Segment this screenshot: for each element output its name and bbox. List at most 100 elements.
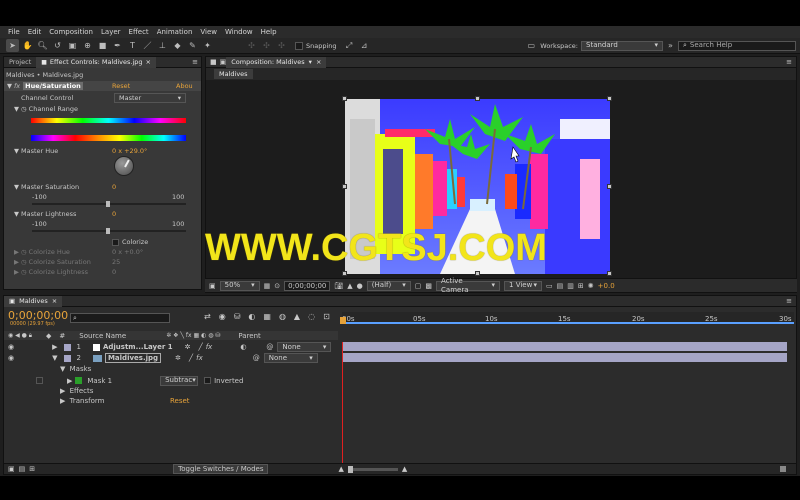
snapping-checkbox[interactable]	[295, 41, 303, 50]
camera-tool-icon[interactable]: ▣	[66, 39, 79, 52]
visibility-eye-icon[interactable]: ◉	[8, 354, 14, 362]
close-icon[interactable]: ×	[52, 296, 57, 307]
close-icon[interactable]: ×	[146, 57, 151, 68]
quality-switch-icon[interactable]: ╱	[198, 343, 202, 351]
mask-visibility-icon[interactable]: ⊙	[274, 282, 280, 290]
workspace-menu-icon[interactable]: »	[664, 39, 677, 52]
colorize-checkbox[interactable]	[112, 238, 119, 246]
exposure-icon[interactable]: ✺	[588, 282, 594, 290]
zoom-out-icon[interactable]: ▲	[338, 465, 343, 473]
exposure-value[interactable]: +0.0	[598, 282, 615, 290]
rotate-tool-icon[interactable]: ↺	[51, 39, 64, 52]
expand-arrow-icon[interactable]: ▶	[14, 258, 19, 266]
transform-handle[interactable]	[475, 271, 480, 276]
workspace-dropdown[interactable]: Standard ▾	[581, 40, 663, 51]
label-color-swatch[interactable]	[63, 343, 71, 351]
in-out-pane-icon[interactable]: ⊞	[29, 465, 35, 473]
layer-name[interactable]: Adjustm...Layer 1	[103, 343, 173, 351]
expand-arrow-icon[interactable]: ▼	[14, 147, 19, 155]
layer-switches-pane-icon[interactable]: ▣	[8, 465, 15, 473]
layer-2-duration-bar[interactable]	[342, 353, 787, 362]
selection-tool-icon[interactable]: ➤	[6, 39, 19, 52]
lightness-slider[interactable]	[32, 228, 186, 234]
fx-switch-icon[interactable]: fx	[206, 343, 213, 351]
pan-behind-tool-icon[interactable]: ⊕	[81, 39, 94, 52]
transform-group[interactable]: ▶ Transform Reset	[60, 397, 200, 405]
transform-handle[interactable]	[607, 96, 612, 101]
grid-guides-icon[interactable]: ▦	[264, 282, 271, 290]
transform-reset-link[interactable]: Reset	[170, 397, 190, 405]
frame-blending-icon[interactable]: ▦	[263, 312, 271, 321]
menu-window[interactable]: Window	[221, 28, 257, 36]
channel-icon[interactable]: ●	[357, 282, 363, 290]
expand-arrow-icon[interactable]: ▼	[14, 105, 19, 113]
timeline-search-field[interactable]: ⌕	[70, 313, 170, 323]
search-help-field[interactable]: ⌕ Search Help	[678, 40, 796, 51]
magnification-dropdown[interactable]: 50% ▾	[219, 280, 260, 291]
parent-pickwhip-icon[interactable]: @	[266, 343, 273, 351]
timeline-zoom-slider[interactable]	[347, 465, 398, 473]
mask-color-swatch[interactable]	[75, 377, 83, 384]
motion-blur-icon[interactable]: ◍	[279, 312, 286, 321]
scroll-handle[interactable]	[780, 466, 786, 472]
fast-previews-icon[interactable]: ▤	[557, 282, 564, 290]
master-lightness-value[interactable]: 0	[112, 210, 116, 218]
transform-handle[interactable]	[607, 184, 612, 189]
mask-visibility-toggle[interactable]	[36, 377, 43, 384]
about-link[interactable]: Abou	[176, 82, 193, 90]
visibility-eye-icon[interactable]: ◉	[8, 343, 14, 351]
panel-menu-icon[interactable]: ≡	[192, 58, 198, 66]
inverted-checkbox[interactable]	[204, 377, 212, 384]
mask-1-row[interactable]: ▶ Mask 1 Subtrac ▾ Inverted	[36, 375, 336, 386]
transform-handle[interactable]	[342, 271, 347, 276]
fx-icon[interactable]: fx	[14, 82, 20, 90]
always-preview-icon[interactable]: ▣	[209, 282, 216, 290]
menu-layer[interactable]: Layer	[97, 28, 125, 36]
menu-effect[interactable]: Effect	[125, 28, 153, 36]
axis-mode-view-icon[interactable]: ✣	[275, 39, 288, 52]
parent-dropdown[interactable]: None ▾	[263, 353, 318, 363]
effects-group[interactable]: ▶ Effects	[60, 387, 93, 395]
tab-timeline-maldives[interactable]: ▣ Maldives ×	[4, 295, 63, 307]
menu-composition[interactable]: Composition	[45, 28, 97, 36]
master-hue-value[interactable]: 0 x +29.0°	[112, 147, 147, 155]
zoom-tool-icon[interactable]: 🔍︎	[36, 39, 49, 52]
expand-arrow-icon[interactable]: ▶	[14, 248, 19, 256]
layer-row[interactable]: ◉ ▼ 2 Maldives.jpg ✲ ╱ fx @ None ▾	[4, 353, 338, 363]
transfer-controls-pane-icon[interactable]: ▤	[19, 465, 26, 473]
panel-menu-icon[interactable]: ≡	[786, 58, 792, 66]
tab-project[interactable]: Project	[4, 57, 36, 68]
master-hue-dial[interactable]	[114, 156, 134, 176]
comp-subtab[interactable]: Maldives	[214, 69, 253, 79]
reset-link[interactable]: Reset	[112, 82, 130, 90]
layer-1-duration-bar[interactable]	[342, 342, 787, 351]
time-ruler[interactable]: 00s 05s 10s 15s 20s 25s 30s	[342, 312, 794, 324]
toggle-switches-modes-button[interactable]: Toggle Switches / Modes	[173, 464, 269, 474]
region-of-interest-icon[interactable]: ▢	[415, 282, 422, 290]
transform-handle[interactable]	[607, 271, 612, 276]
hand-tool-icon[interactable]: ✋	[21, 39, 34, 52]
axis-mode-world-icon[interactable]: ✣	[260, 39, 273, 52]
quality-switch-icon[interactable]: ╱	[189, 354, 193, 362]
shy-switch-icon[interactable]: ✲	[185, 343, 191, 351]
menu-view[interactable]: View	[196, 28, 221, 36]
masks-group[interactable]: ▼ Masks	[60, 365, 91, 373]
work-area-bar[interactable]	[342, 322, 794, 324]
resolution-dropdown[interactable]: (Half) ▾	[366, 280, 411, 291]
snap-expand-icon[interactable]: ⤢	[343, 39, 356, 52]
draft-3d-icon[interactable]: ⛁	[234, 312, 241, 321]
show-snapshot-icon[interactable]: ▲	[347, 282, 352, 290]
mask-name[interactable]: Mask 1	[87, 377, 112, 385]
roto-brush-tool-icon[interactable]: ✎	[186, 39, 199, 52]
parent-dropdown[interactable]: None ▾	[277, 342, 332, 352]
layer-name[interactable]: Maldives.jpg	[104, 353, 162, 363]
brush-tool-icon[interactable]: ／	[141, 39, 154, 52]
close-icon[interactable]: ×	[316, 57, 321, 68]
transform-handle[interactable]	[342, 184, 347, 189]
clone-stamp-tool-icon[interactable]: ⊥	[156, 39, 169, 52]
menu-animation[interactable]: Animation	[153, 28, 197, 36]
camera-dropdown[interactable]: Active Camera ▾	[436, 277, 501, 294]
transform-handle[interactable]	[342, 96, 347, 101]
transparency-grid-icon[interactable]: ▩	[425, 282, 432, 290]
expand-arrow-icon[interactable]: ▶	[67, 377, 72, 385]
